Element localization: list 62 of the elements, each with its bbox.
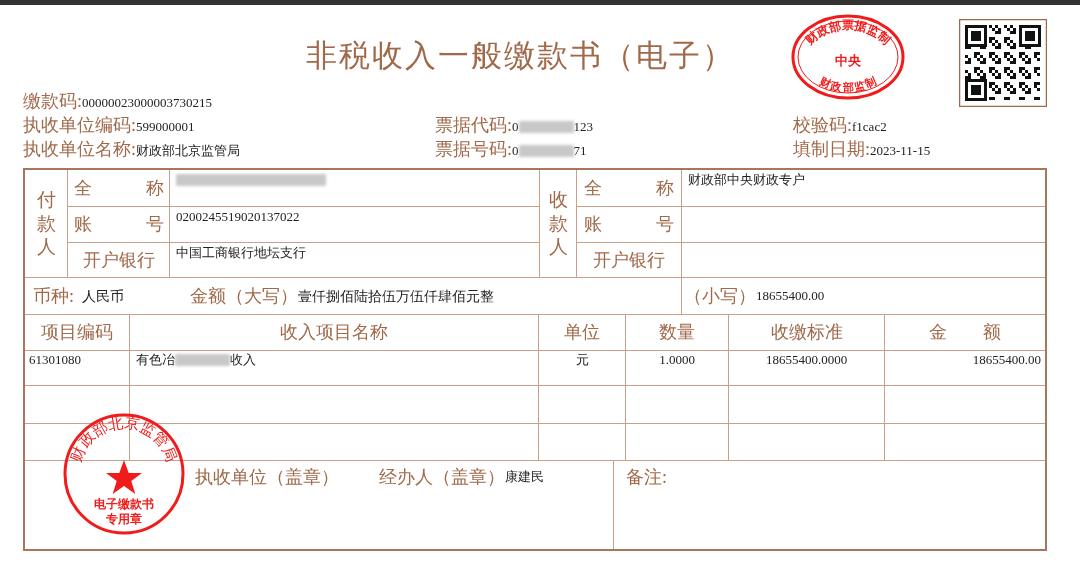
field-value: 61301080 <box>29 351 81 370</box>
stamp-text: 财政部监制 <box>818 74 878 93</box>
field-label: （小写） <box>684 284 756 308</box>
field-label: 备注: <box>626 466 667 489</box>
party-heading: 收款人 <box>548 187 568 260</box>
party-heading: 付款人 <box>36 187 56 260</box>
field-value: 2023-11-15 <box>870 142 931 160</box>
stamp-text: 中央 <box>835 53 861 68</box>
column-header: 金 额 <box>929 321 1001 344</box>
column-header: 项目编码 <box>41 321 113 344</box>
field-value: 中国工商银行地坛支行 <box>176 244 306 263</box>
document-title: 非税收入一般缴款书（电子） <box>305 37 735 75</box>
field-label: 执收单位（盖章） <box>195 466 339 489</box>
field-value: 123 <box>573 118 593 136</box>
star-icon <box>106 460 142 494</box>
field-label: 票据代码: <box>435 114 512 137</box>
field-value: 18655400.0000 <box>765 351 848 370</box>
column-header: 收入项目名称 <box>280 321 388 344</box>
field-value: 康建民 <box>505 468 544 486</box>
field-label: 缴款码: <box>23 90 82 113</box>
redacted-text <box>175 354 230 366</box>
field-label: 账 号 <box>73 213 164 236</box>
stamp-text: 财政部北京监管局 <box>68 414 180 464</box>
redacted-text <box>518 144 574 157</box>
field-value: 18655400.00 <box>972 351 1041 370</box>
field-label: 经办人（盖章） <box>379 466 505 489</box>
field-value: 18655400.00 <box>756 287 825 306</box>
stamp-text: 财政部票据监制 <box>802 18 894 47</box>
field-label: 开户银行 <box>593 248 665 272</box>
field-value: 599000001 <box>136 118 195 136</box>
field-value: 1.0000 <box>659 351 695 370</box>
field-label: 开户银行 <box>82 248 155 272</box>
field-label: 金额（大写） <box>190 284 298 308</box>
field-label: 票据号码: <box>435 138 512 161</box>
field-value: 00000023000003730215 <box>82 94 212 112</box>
field-value: 0200245519020137022 <box>176 208 300 227</box>
field-value: 壹仟捌佰陆拾伍万伍仟肆佰元整 <box>298 287 494 306</box>
field-label: 执收单位名称: <box>23 138 136 161</box>
field-label: 账 号 <box>584 213 674 236</box>
stamp-text: 专用章 <box>106 512 142 526</box>
field-label: 填制日期: <box>793 138 870 161</box>
field-value: 0 <box>512 142 519 160</box>
column-header: 数量 <box>659 321 695 344</box>
qr-code-icon <box>959 19 1047 107</box>
stamp-text: 电子缴款书 <box>94 497 154 511</box>
column-header: 单位 <box>564 321 600 344</box>
field-value: 71 <box>573 142 587 160</box>
field-label: 执收单位编码: <box>23 114 136 137</box>
field-label: 全 称 <box>73 176 164 200</box>
field-label: 全 称 <box>584 176 674 200</box>
redacted-text <box>518 120 574 133</box>
field-value: f1cac2 <box>852 118 887 136</box>
field-value: 收入 <box>230 351 256 370</box>
column-header: 收缴标准 <box>770 321 843 344</box>
field-value: 财政部中央财政专户 <box>688 171 805 190</box>
field-value: 有色冶 <box>136 351 175 370</box>
field-label: 校验码: <box>793 114 852 137</box>
field-value: 财政部北京监管局 <box>136 142 240 160</box>
field-value: 0 <box>512 118 519 136</box>
field-value: 元 <box>575 351 589 370</box>
field-label: 币种: <box>33 284 74 308</box>
field-value: 人民币 <box>82 287 125 306</box>
